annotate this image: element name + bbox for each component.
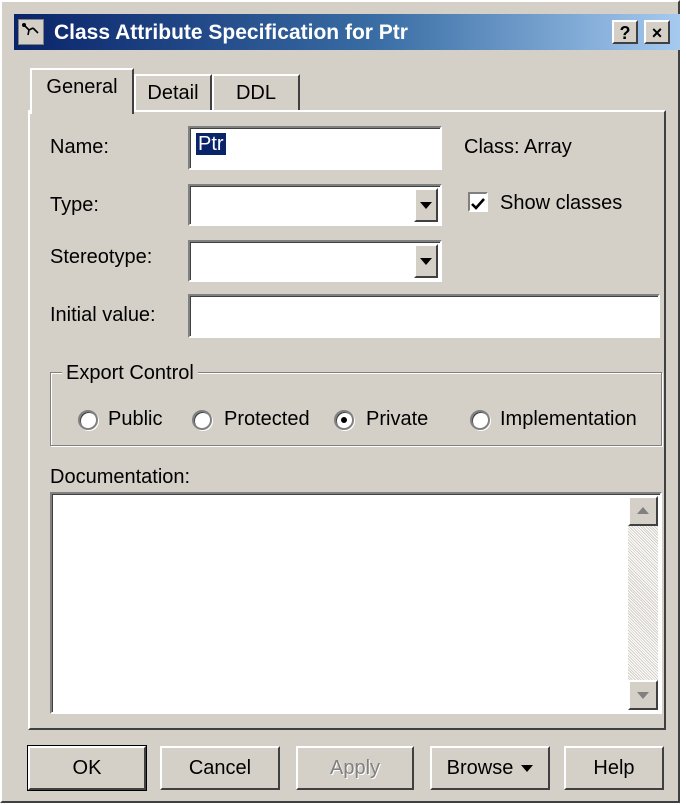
window-title: Class Attribute Specification for Ptr — [54, 21, 408, 44]
show-classes-checkbox[interactable] — [468, 192, 488, 212]
stereotype-label: Stereotype: — [50, 246, 153, 268]
stereotype-combobox[interactable] — [188, 240, 442, 282]
documentation-textarea[interactable] — [50, 492, 662, 714]
browse-button-label: Browse — [446, 757, 514, 779]
radio-public[interactable] — [78, 410, 98, 430]
radio-public-label[interactable]: Public — [108, 408, 162, 431]
radio-protected-label[interactable]: Protected — [224, 408, 310, 431]
documentation-label: Documentation: — [50, 466, 191, 488]
help-button[interactable]: Help — [564, 746, 664, 790]
class-info: Class: Array — [464, 136, 572, 158]
name-label: Name: — [50, 136, 109, 158]
chevron-down-icon — [420, 202, 432, 209]
radio-private[interactable] — [334, 410, 354, 430]
help-title-button[interactable]: ? — [612, 20, 638, 44]
app-icon — [18, 19, 44, 45]
tab-detail[interactable]: Detail — [134, 74, 212, 112]
checkmark-icon — [471, 198, 485, 210]
browse-button[interactable]: Browse — [430, 746, 550, 790]
radio-protected[interactable] — [192, 410, 212, 430]
tab-general[interactable]: General — [30, 68, 134, 114]
name-input[interactable]: Ptr — [188, 126, 442, 170]
radio-selected-dot — [341, 417, 347, 423]
tab-detail-label: Detail — [147, 82, 199, 104]
dialog-window: Class Attribute Specification for Ptr ? … — [0, 0, 680, 803]
name-input-value: Ptr — [196, 133, 226, 155]
initial-value-input[interactable] — [188, 294, 660, 338]
scroll-down-button[interactable] — [628, 680, 658, 710]
title-bar[interactable]: Class Attribute Specification for Ptr ? … — [14, 14, 680, 50]
radio-private-label[interactable]: Private — [366, 408, 428, 431]
arrow-up-icon — [637, 507, 649, 514]
ok-button[interactable]: OK — [27, 745, 147, 791]
chevron-down-icon — [420, 258, 432, 265]
close-button[interactable]: × — [644, 20, 670, 44]
type-combobox[interactable] — [188, 184, 442, 226]
dropdown-arrow-icon — [521, 765, 534, 773]
arrow-down-icon — [637, 692, 649, 699]
tab-ddl-label: DDL — [235, 82, 276, 104]
apply-button[interactable]: Apply — [296, 746, 414, 790]
scroll-up-button[interactable] — [628, 496, 658, 526]
radio-implementation-label[interactable]: Implementation — [500, 408, 637, 431]
radio-implementation[interactable] — [470, 410, 490, 430]
export-control-legend: Export Control — [62, 362, 198, 385]
documentation-scrollbar[interactable] — [628, 496, 658, 710]
tab-ddl[interactable]: DDL — [212, 74, 300, 112]
tab-general-label: General — [46, 76, 118, 98]
show-classes-label[interactable]: Show classes — [500, 192, 622, 215]
type-label: Type: — [50, 194, 99, 216]
cancel-button[interactable]: Cancel — [160, 746, 280, 790]
initial-value-label: Initial value: — [50, 304, 156, 326]
stereotype-dropdown-button[interactable] — [414, 244, 438, 278]
type-dropdown-button[interactable] — [414, 188, 438, 222]
